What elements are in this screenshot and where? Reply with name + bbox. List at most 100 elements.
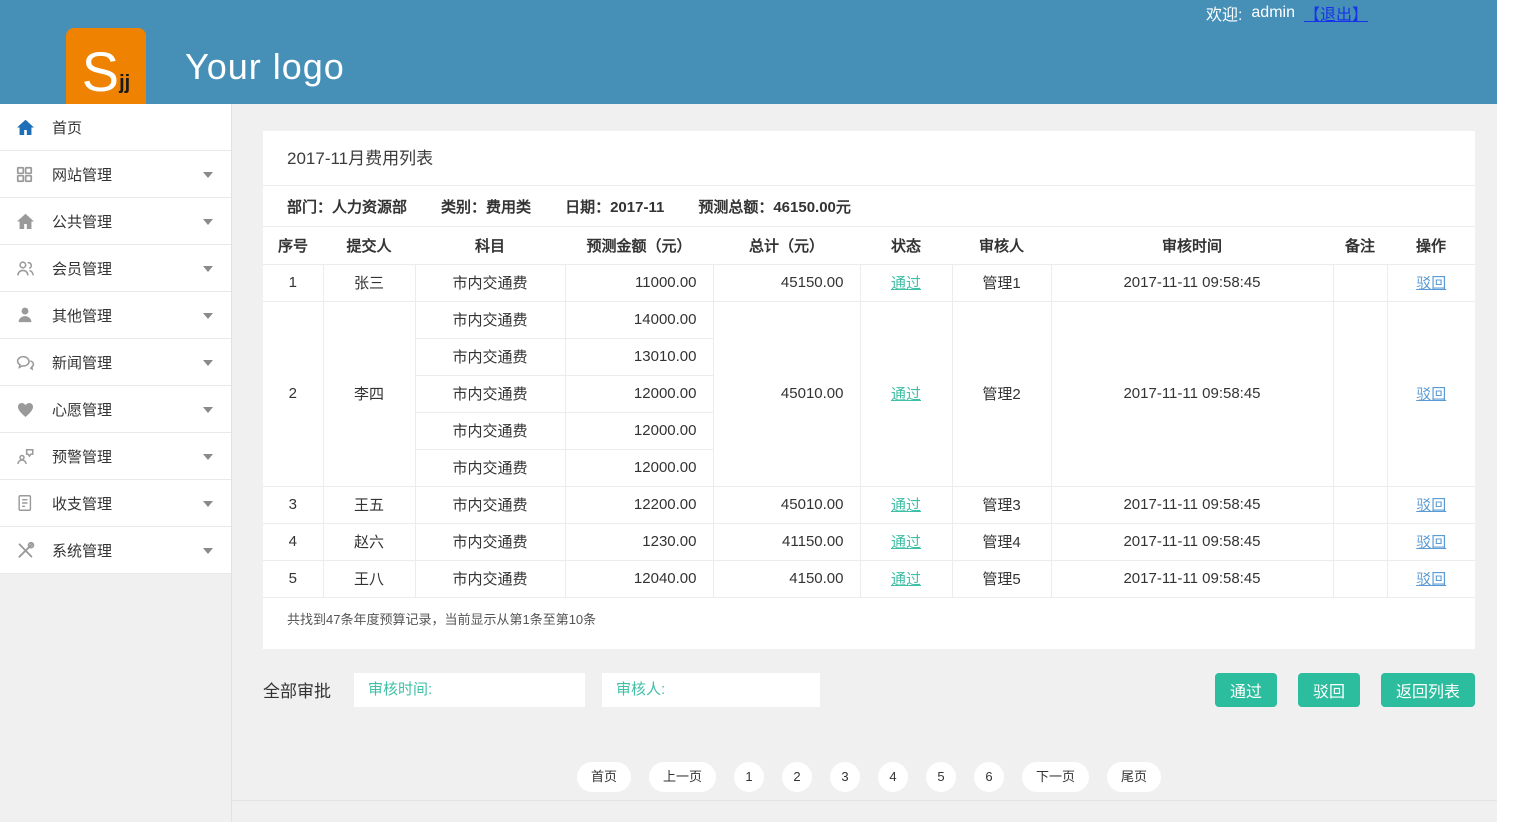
sidebar-item-10[interactable]: 系统管理 bbox=[0, 527, 231, 574]
expense-table: 序号提交人科目预测金额（元）总计（元）状态审核人审核时间备注操作 1张三市内交通… bbox=[263, 227, 1475, 598]
sidebar-item-label: 心愿管理 bbox=[52, 399, 112, 420]
receipt-icon bbox=[15, 493, 42, 513]
page-title: 2017-11月费用列表 bbox=[263, 131, 1475, 186]
page-button-5[interactable]: 5 bbox=[926, 762, 956, 792]
logo: Sjj bbox=[66, 28, 146, 104]
filter-item-4: 预测总额：46150.00元 bbox=[698, 196, 851, 217]
sidebar-item-2[interactable]: 网站管理 bbox=[0, 151, 231, 198]
approval-buttons: 通过驳回返回列表 bbox=[1215, 673, 1475, 707]
cell-submitter: 赵六 bbox=[323, 523, 415, 560]
chevron-down-icon bbox=[203, 407, 213, 418]
bottom-divider bbox=[232, 800, 1497, 801]
users-icon bbox=[15, 258, 42, 279]
chat-icon bbox=[15, 352, 42, 373]
sidebar-item-4[interactable]: 会员管理 bbox=[0, 245, 231, 292]
cell-action: 驳回 bbox=[1387, 523, 1475, 560]
scrollbar-track[interactable] bbox=[1497, 0, 1514, 822]
cell-audit-time: 2017-11-11 09:58:45 bbox=[1051, 486, 1333, 523]
chevron-down-icon bbox=[203, 219, 213, 230]
column-header: 状态 bbox=[860, 227, 952, 264]
cell-status: 通过 bbox=[860, 486, 952, 523]
column-header: 提交人 bbox=[323, 227, 415, 264]
cell-action-link[interactable]: 驳回 bbox=[1416, 571, 1446, 588]
approval-bar: 全部审批 通过驳回返回列表 bbox=[263, 672, 1475, 708]
sidebar-item-label: 网站管理 bbox=[52, 164, 112, 185]
cell-amount: 12200.00 bbox=[565, 486, 713, 523]
cell-auditor: 管理1 bbox=[952, 264, 1051, 301]
page-button-上一页[interactable]: 上一页 bbox=[649, 762, 716, 792]
cell-auditor: 管理4 bbox=[952, 523, 1051, 560]
filter-item-1: 部门：人力资源部 bbox=[287, 196, 407, 217]
cell-auditor: 管理3 bbox=[952, 486, 1051, 523]
cell-status-link[interactable]: 通过 bbox=[891, 534, 921, 551]
cell-action-link[interactable]: 驳回 bbox=[1416, 386, 1446, 403]
cell-action-link[interactable]: 驳回 bbox=[1416, 497, 1446, 514]
grid-icon bbox=[15, 165, 42, 184]
table-row: 1张三市内交通费11000.0045150.00通过管理12017-11-11 … bbox=[263, 264, 1475, 301]
cell-action-link[interactable]: 驳回 bbox=[1416, 534, 1446, 551]
welcome-label: 欢迎: bbox=[1206, 1, 1242, 25]
cell-total: 45010.00 bbox=[713, 486, 860, 523]
sidebar-item-label: 会员管理 bbox=[52, 258, 112, 279]
approve-button[interactable]: 通过 bbox=[1215, 673, 1277, 707]
logout-link[interactable]: 【退出】 bbox=[1304, 1, 1368, 25]
sidebar-item-5[interactable]: 其他管理 bbox=[0, 292, 231, 339]
sidebar-item-1[interactable]: 首页 bbox=[0, 104, 231, 151]
chevron-down-icon bbox=[203, 548, 213, 559]
sidebar-item-8[interactable]: 预警管理 bbox=[0, 433, 231, 480]
user-icon bbox=[15, 305, 42, 325]
column-header: 预测金额（元） bbox=[565, 227, 713, 264]
home-icon bbox=[15, 211, 42, 232]
filter-row: 部门：人力资源部类别：费用类日期：2017-11预测总额：46150.00元 bbox=[263, 186, 1475, 227]
cell-subject: 市内交通费 bbox=[415, 338, 565, 375]
reject-button[interactable]: 驳回 bbox=[1298, 673, 1360, 707]
cell-subject: 市内交通费 bbox=[415, 375, 565, 412]
sidebar-item-label: 预警管理 bbox=[52, 446, 112, 467]
cell-action-link[interactable]: 驳回 bbox=[1416, 275, 1446, 292]
table-row: 3王五市内交通费12200.0045010.00通过管理32017-11-11 … bbox=[263, 486, 1475, 523]
page-button-下一页[interactable]: 下一页 bbox=[1022, 762, 1089, 792]
cell-total: 4150.00 bbox=[713, 560, 860, 597]
cell-audit-time: 2017-11-11 09:58:45 bbox=[1051, 264, 1333, 301]
cell-status-link[interactable]: 通过 bbox=[891, 497, 921, 514]
cell-subject: 市内交通费 bbox=[415, 412, 565, 449]
page-button-4[interactable]: 4 bbox=[878, 762, 908, 792]
page-button-1[interactable]: 1 bbox=[734, 762, 764, 792]
sidebar-item-6[interactable]: 新闻管理 bbox=[0, 339, 231, 386]
auditor-input[interactable] bbox=[601, 672, 821, 708]
cell-status-link[interactable]: 通过 bbox=[891, 275, 921, 292]
chevron-down-icon bbox=[203, 360, 213, 371]
cell-total: 41150.00 bbox=[713, 523, 860, 560]
logo-text: Your logo bbox=[185, 46, 345, 88]
sidebar-item-9[interactable]: 收支管理 bbox=[0, 480, 231, 527]
audit-time-input[interactable] bbox=[353, 672, 586, 708]
back-to-list-button[interactable]: 返回列表 bbox=[1381, 673, 1475, 707]
cell-subject: 市内交通费 bbox=[415, 560, 565, 597]
cell-subject: 市内交通费 bbox=[415, 523, 565, 560]
filter-label: 类别： bbox=[441, 199, 486, 216]
table-row: 5王八市内交通费12040.004150.00通过管理52017-11-11 0… bbox=[263, 560, 1475, 597]
cell-status-link[interactable]: 通过 bbox=[891, 571, 921, 588]
column-header: 审核时间 bbox=[1051, 227, 1333, 264]
column-header: 序号 bbox=[263, 227, 323, 264]
sidebar-item-3[interactable]: 公共管理 bbox=[0, 198, 231, 245]
filter-value: 人力资源部 bbox=[332, 199, 407, 216]
main-content: 2017-11月费用列表 部门：人力资源部类别：费用类日期：2017-11预测总… bbox=[263, 131, 1475, 792]
page-button-首页[interactable]: 首页 bbox=[577, 762, 631, 792]
cell-remark bbox=[1333, 301, 1387, 486]
filter-label: 预测总额： bbox=[698, 199, 773, 216]
cell-status-link[interactable]: 通过 bbox=[891, 386, 921, 403]
sidebar-item-7[interactable]: 心愿管理 bbox=[0, 386, 231, 433]
cell-submitter: 王八 bbox=[323, 560, 415, 597]
cell-subject: 市内交通费 bbox=[415, 449, 565, 486]
cell-auditor: 管理2 bbox=[952, 301, 1051, 486]
cell-total: 45010.00 bbox=[713, 301, 860, 486]
cell-remark bbox=[1333, 486, 1387, 523]
username: admin bbox=[1251, 4, 1295, 22]
page-button-2[interactable]: 2 bbox=[782, 762, 812, 792]
page-button-尾页[interactable]: 尾页 bbox=[1107, 762, 1161, 792]
cell-amount: 12000.00 bbox=[565, 412, 713, 449]
page-button-3[interactable]: 3 bbox=[830, 762, 860, 792]
page-button-6[interactable]: 6 bbox=[974, 762, 1004, 792]
sidebar-menu: 首页网站管理公共管理会员管理其他管理新闻管理心愿管理预警管理收支管理系统管理 bbox=[0, 104, 232, 822]
